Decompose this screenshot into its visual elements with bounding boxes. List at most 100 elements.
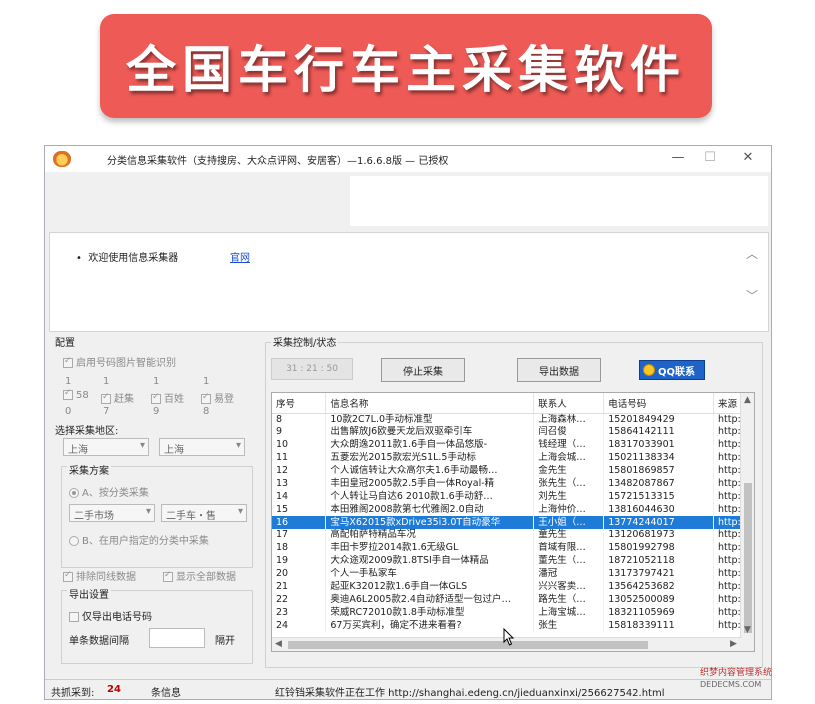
category-select-1[interactable]: 二手市场: [69, 504, 155, 522]
table-cell: 18721052118: [603, 554, 715, 568]
table-cell: 15818339111: [603, 619, 715, 633]
site-count-top: 1: [65, 376, 72, 387]
dedupe-checkbox[interactable]: 排除同线数据: [63, 568, 136, 583]
table-cell: 奥迪A6L2005款2.4自动舒适型一包过户…: [325, 593, 535, 607]
watermark-line1: 织梦内容管理系统: [700, 668, 773, 678]
site-count-bottom: 8: [203, 406, 210, 417]
table-cell: 21: [272, 580, 327, 594]
site-count-bottom: 9: [153, 406, 160, 417]
table-cell: 个人一手私家车: [325, 567, 535, 581]
table-cell: 潘冠: [533, 567, 605, 581]
option-b-radio[interactable]: B、在用户指定的分类中采集: [69, 532, 209, 547]
table-cell: 13120681973: [603, 529, 715, 542]
table-row[interactable]: 13 丰田皇冠2005款2.5手自一体Royal-精 张先生（… 1348208786…: [272, 477, 754, 491]
count-label: 共抓采到:: [51, 688, 95, 699]
table-cell: 11: [272, 451, 327, 465]
table-cell: 上海森林…: [533, 413, 605, 426]
table-row[interactable]: 20 个人一手私家车 潘冠 13173797421 http:: [272, 567, 754, 581]
column-header[interactable]: 联系人: [533, 393, 605, 414]
site-checkbox-baixing[interactable]: 百姓: [151, 390, 184, 405]
table-row[interactable]: 18 丰田卡罗拉2014款1.6无级GL 首域有限… 15801992798 http:: [272, 541, 754, 555]
captcha-checkbox[interactable]: 启用号码图片智能识别: [63, 354, 176, 369]
table-cell: 19: [272, 554, 327, 568]
table-cell: 上海会城…: [533, 451, 605, 465]
table-row[interactable]: 15 本田雅阁2008款第七代雅阁2.0自动 上海仲价… 13816044630 htt…: [272, 503, 754, 517]
table-cell: 9: [272, 425, 327, 439]
table-cell: 刘先生: [533, 490, 605, 504]
column-header[interactable]: 序号: [272, 393, 327, 414]
site-count-top: 1: [203, 376, 210, 387]
config-panel: 配置 启用号码图片智能识别 1 1 1 1 58 赶集 百姓 易登 0 7 9 …: [51, 332, 259, 672]
site-count-top: 1: [153, 376, 160, 387]
site-checkbox-edeng[interactable]: 易登: [201, 390, 234, 405]
data-table[interactable]: 序号 信息名称 联系人 电话号码 来源 8 10款2C7L.0手动标准型 上海森林… 1520…: [271, 392, 755, 652]
option-a-radio[interactable]: A、按分类采集: [69, 484, 149, 499]
table-cell: 个人转让马自达6 2010款1.6手动舒…: [325, 490, 535, 504]
column-header[interactable]: 信息名称: [325, 393, 535, 414]
table-cell: 童先生: [533, 529, 605, 542]
phone-only-checkbox[interactable]: 仅导出电话号码: [69, 608, 152, 623]
interval-label: 单条数据间隔: [69, 636, 129, 647]
website-link[interactable]: 官网: [230, 249, 250, 264]
table-cell: 15801869857: [603, 464, 715, 478]
table-cell: 13774244017: [603, 516, 715, 530]
table-cell: 10: [272, 438, 327, 452]
welcome-text: • 欢迎使用信息采集器: [76, 253, 179, 264]
table-cell: 闫召俊: [533, 425, 605, 439]
province-select[interactable]: 上海: [63, 438, 149, 456]
table-row[interactable]: 9 出售解放J6欧曼天龙后双驱牵引车 闫召俊 15864142111 http:: [272, 425, 754, 439]
table-cell: 钱经理（…: [533, 438, 605, 452]
show-all-checkbox[interactable]: 显示全部数据: [163, 568, 236, 583]
title-bar: 分类信息采集软件（支持搜房、大众点评网、安居客）—1.6.6.8版 — 已授权 …: [45, 146, 771, 172]
table-row[interactable]: 17 高配帕萨特精品车况 童先生 13120681973 http:: [272, 529, 754, 542]
table-cell: 丰田卡罗拉2014款1.6无级GL: [325, 541, 535, 555]
site-checkbox-ganji[interactable]: 赶集: [101, 390, 134, 405]
table-cell: 20: [272, 567, 327, 581]
table-row[interactable]: 19 大众途观2009款1.8TSI手自一体精品 董先生（… 18721052118 h…: [272, 554, 754, 568]
table-cell: 18: [272, 541, 327, 555]
table-cell: 荣威RC72010款1.8手动标准型: [325, 606, 535, 620]
export-button[interactable]: 导出数据: [517, 358, 601, 382]
table-cell: 路先生（…: [533, 593, 605, 607]
table-row[interactable]: 22 奥迪A6L2005款2.4自动舒适型一包过户… 路先生（… 1305250008…: [272, 593, 754, 607]
table-cell: 金先生: [533, 464, 605, 478]
city-select[interactable]: 上海: [159, 438, 245, 456]
table-row[interactable]: 23 荣威RC72010款1.8手动标准型 上海宝城… 18321105969 http…: [272, 606, 754, 620]
table-row[interactable]: 8 10款2C7L.0手动标准型 上海森林… 15201849429 http:: [272, 413, 754, 426]
close-button[interactable]: ✕: [739, 150, 757, 165]
stop-button[interactable]: 停止采集: [381, 358, 465, 382]
table-row[interactable]: 16 宝马X62015款xDrive35i3.0T自动豪华 王小姐（… 1377424…: [272, 516, 754, 530]
info-panel: • 欢迎使用信息采集器 官网 ︿ ﹀: [49, 232, 769, 332]
interval-input[interactable]: [149, 628, 205, 648]
scroll-up-icon[interactable]: ︿: [746, 245, 758, 262]
site-checkbox-58[interactable]: 58: [63, 388, 89, 401]
table-row[interactable]: 11 五菱宏光2015款宏光S1L.5手动标 上海会城… 15021138334 htt…: [272, 451, 754, 465]
table-row[interactable]: 14 个人转让马自达6 2010款1.6手动舒… 刘先生 15721513315 htt…: [272, 490, 754, 504]
table-cell: 张生: [533, 619, 605, 633]
export-group: [61, 590, 253, 664]
table-cell: 丰田皇冠2005款2.5手自一体Royal-精: [325, 477, 535, 491]
table-cell: 13564253682: [603, 580, 715, 594]
minimize-button[interactable]: —: [669, 150, 687, 165]
timer-display: 31 : 21 : 50: [271, 358, 353, 380]
table-cell: 兴兴客卖…: [533, 580, 605, 594]
maximize-button[interactable]: ☐: [701, 150, 719, 165]
table-row[interactable]: 12 个人诚信转让大众高尔夫1.6手动最畅… 金先生 15801869857 http:: [272, 464, 754, 478]
table-row[interactable]: 10 大众朗逸2011款1.6手自一体品悠版- 钱经理（… 18317033901 ht…: [272, 438, 754, 452]
column-header[interactable]: 电话号码: [603, 393, 715, 414]
qq-contact-button[interactable]: QQ联系: [639, 360, 705, 380]
table-cell: 张先生（…: [533, 477, 605, 491]
table-cell: 23: [272, 606, 327, 620]
table-cell: 18317033901: [603, 438, 715, 452]
table-cell: 8: [272, 413, 327, 426]
table-cell: 10款2C7L.0手动标准型: [325, 413, 535, 426]
vertical-scrollbar[interactable]: ▲ ▼: [740, 393, 754, 651]
table-row[interactable]: 21 起亚K32012款1.6手自一体GLS 兴兴客卖… 13564253682 htt…: [272, 580, 754, 594]
table-cell: 13482087867: [603, 477, 715, 491]
category-select-2[interactable]: 二手车・售: [161, 504, 247, 522]
ad-panel: [350, 176, 768, 226]
scroll-down-icon[interactable]: ﹀: [746, 287, 758, 304]
banner-title: 全国车行车主采集软件: [126, 41, 686, 99]
table-cell: 16: [272, 516, 327, 530]
table-cell: 15021138334: [603, 451, 715, 465]
